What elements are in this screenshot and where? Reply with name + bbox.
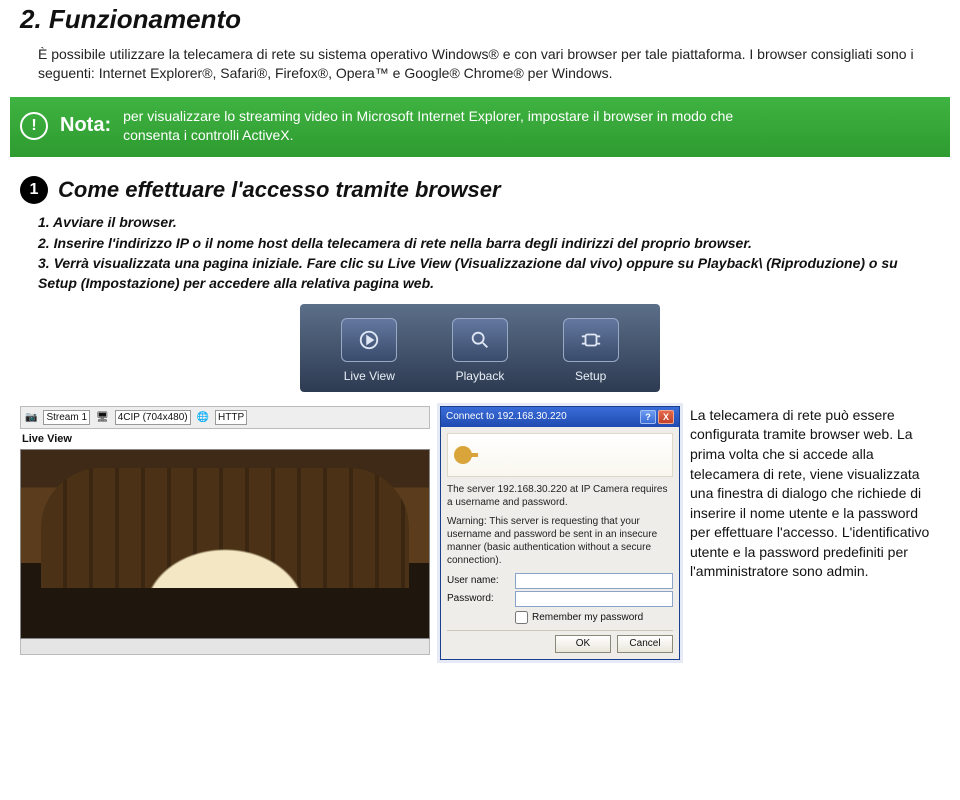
cancel-button[interactable]: Cancel	[617, 635, 673, 653]
help-button[interactable]: ?	[640, 410, 656, 424]
username-field[interactable]	[515, 573, 673, 589]
dialog-title-text: Connect to 192.168.30.220	[446, 410, 567, 424]
stream-select[interactable]: Stream 1	[43, 410, 90, 426]
live-view-video[interactable]	[20, 449, 430, 639]
live-view-title: Live View	[22, 432, 428, 447]
password-field[interactable]	[515, 591, 673, 607]
tab-label: Setup	[543, 368, 639, 384]
remember-checkbox[interactable]	[515, 611, 528, 624]
live-view-toolbar: 📷 Stream 1 🖥 4CIP (704x480) 🌐 HTTP	[20, 406, 430, 430]
search-icon	[452, 318, 508, 362]
network-icon: 🌐	[197, 411, 209, 425]
tabs-panel: Live View Playback Setup	[300, 304, 660, 392]
step-1-heading: 1 Come effettuare l'accesso tramite brow…	[20, 175, 940, 205]
tab-setup[interactable]: Setup	[543, 318, 639, 384]
tab-live-view[interactable]: Live View	[321, 318, 417, 384]
username-label: User name:	[447, 574, 515, 588]
auth-dialog: Connect to 192.168.30.220 ? X The server…	[440, 406, 680, 661]
camera-icon: 📷	[25, 411, 37, 425]
live-view-controls[interactable]	[20, 639, 430, 655]
close-button[interactable]: X	[658, 410, 674, 424]
tab-playback[interactable]: Playback	[432, 318, 528, 384]
protocol-select[interactable]: HTTP	[215, 410, 247, 426]
ok-button[interactable]: OK	[555, 635, 611, 653]
dialog-server-text: The server 192.168.30.220 at IP Camera r…	[447, 483, 673, 509]
alert-icon: !	[20, 112, 48, 140]
resolution-select[interactable]: 4CIP (704x480)	[115, 410, 191, 426]
live-view-panel: 📷 Stream 1 🖥 4CIP (704x480) 🌐 HTTP Live …	[20, 406, 430, 655]
dialog-banner	[447, 433, 673, 477]
play-icon	[341, 318, 397, 362]
dialog-warning-text: Warning: This server is requesting that …	[447, 515, 673, 567]
list-item: 3. Verrà visualizzata una pagina inizial…	[38, 253, 940, 294]
list-item: 1. Avviare il browser.	[38, 212, 940, 232]
page-title: 2. Funzionamento	[20, 2, 940, 37]
password-label: Password:	[447, 592, 515, 606]
step-number-badge: 1	[20, 176, 48, 204]
gear-icon	[563, 318, 619, 362]
monitor-icon: 🖥	[96, 411, 109, 425]
tab-label: Playback	[432, 368, 528, 384]
key-icon	[454, 446, 472, 464]
note-bar: ! Nota: per visualizzare lo streaming vi…	[10, 97, 950, 157]
remember-label: Remember my password	[532, 611, 643, 625]
note-label: Nota:	[60, 112, 111, 139]
tab-label: Live View	[321, 368, 417, 384]
dialog-titlebar: Connect to 192.168.30.220 ? X	[441, 407, 679, 427]
numbered-list: 1. Avviare il browser. 2. Inserire l'ind…	[38, 212, 940, 293]
intro-paragraph: È possibile utilizzare la telecamera di …	[38, 45, 940, 83]
note-text: per visualizzare lo streaming video in M…	[123, 107, 783, 145]
right-description: La telecamera di rete può essere configu…	[690, 406, 940, 582]
list-item: 2. Inserire l'indirizzo IP o il nome hos…	[38, 233, 940, 253]
step-title: Come effettuare l'accesso tramite browse…	[58, 175, 501, 205]
video-frame-image	[21, 450, 429, 638]
